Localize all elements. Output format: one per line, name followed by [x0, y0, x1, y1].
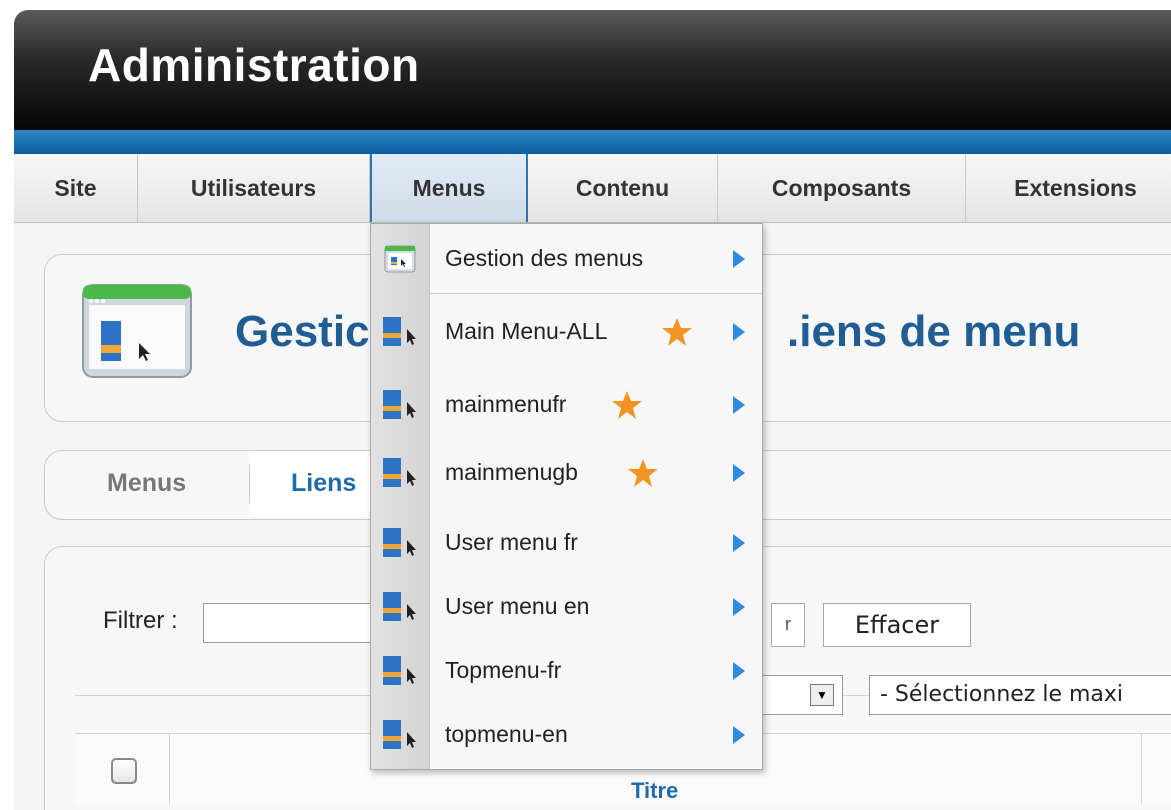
page-title-left: Gestic: [235, 307, 370, 356]
nav-menus[interactable]: Menus: [370, 154, 528, 222]
menu-item-label: Topmenu-fr: [445, 657, 562, 683]
column-divider: [1141, 734, 1142, 804]
menu-item-label: Main Menu-ALL: [445, 318, 608, 344]
submenu-arrow-icon: [733, 662, 745, 680]
column-divider: [169, 734, 170, 804]
menu-icon: [383, 720, 416, 749]
menu-item-user-menu-fr[interactable]: User menu fr: [371, 510, 762, 576]
menu-item-mainmenufr[interactable]: mainmenufr: [371, 372, 762, 438]
menu-item-label: mainmenufr: [445, 391, 567, 417]
submenu-arrow-icon: [733, 464, 745, 482]
chevron-down-icon[interactable]: ▼: [810, 684, 834, 706]
star-icon: [612, 391, 642, 419]
menu-icon: [383, 458, 416, 487]
nav-utilisateurs[interactable]: Utilisateurs: [138, 154, 370, 222]
menu-item-mainmenugb[interactable]: mainmenugb: [371, 440, 762, 506]
menu-item-label: User menu en: [445, 593, 590, 619]
submenu-arrow-icon: [733, 726, 745, 744]
menu-item-label: Gestion des menus: [445, 245, 644, 271]
menu-item-label: User menu fr: [445, 529, 578, 555]
nav-label: Composants: [771, 174, 912, 201]
tab-divider: [249, 465, 250, 503]
column-title-header[interactable]: Titre: [631, 778, 678, 804]
menus-dropdown: Gestion des menus Main Menu-ALL mainmenu…: [370, 223, 763, 770]
nav-label: Site: [54, 174, 97, 201]
star-icon: [662, 318, 692, 346]
header-accent-bar: [14, 130, 1171, 154]
page-title-right: .iens de menu: [787, 307, 1081, 356]
clear-button[interactable]: Effacer: [823, 603, 971, 647]
submenu-arrow-icon: [733, 250, 745, 268]
menu-manager-icon: [384, 245, 416, 273]
star-icon: [628, 459, 658, 487]
menu-item-topmenu-fr[interactable]: Topmenu-fr: [371, 638, 762, 704]
menu-item-main-menu-all[interactable]: Main Menu-ALL: [371, 299, 762, 365]
menu-icon: [383, 390, 416, 419]
main-nav: Site Utilisateurs Menus Contenu Composan…: [14, 154, 1171, 223]
menu-icon: [383, 656, 416, 685]
submenu-arrow-icon: [733, 598, 745, 616]
header-bar: Administration: [14, 10, 1171, 130]
menu-item-label: topmenu-en: [445, 721, 568, 747]
menu-icon: [383, 317, 416, 346]
nav-contenu[interactable]: Contenu: [528, 154, 718, 222]
submenu-arrow-icon: [733, 396, 745, 414]
menu-item-topmenu-en[interactable]: topmenu-en: [371, 702, 762, 768]
nav-label: Utilisateurs: [190, 174, 317, 201]
submenu-arrow-icon: [733, 534, 745, 552]
nav-extensions[interactable]: Extensions: [966, 154, 1171, 222]
dropdown-divider: [429, 293, 762, 294]
tab-liens[interactable]: Liens: [291, 469, 356, 498]
menu-icon: [383, 528, 416, 557]
menu-item-label: mainmenugb: [445, 459, 578, 485]
menu-item-user-menu-en[interactable]: User menu en: [371, 574, 762, 640]
nav-site[interactable]: Site: [14, 154, 138, 222]
filter-label: Filtrer :: [103, 607, 178, 634]
filter-select[interactable]: ▼: [751, 675, 843, 715]
nav-label: Extensions: [1014, 174, 1137, 201]
nav-label: Menus: [412, 174, 486, 201]
header-title: Administration: [88, 39, 420, 91]
menu-item-gestion-des-menus[interactable]: Gestion des menus: [371, 226, 762, 292]
nav-label: Contenu: [575, 174, 670, 201]
menu-manager-icon: [82, 284, 192, 378]
max-levels-select[interactable]: - Sélectionnez le maxi: [869, 675, 1171, 715]
submenu-arrow-icon: [733, 323, 745, 341]
search-button[interactable]: r: [771, 603, 805, 647]
tab-menus[interactable]: Menus: [107, 469, 186, 498]
nav-composants[interactable]: Composants: [718, 154, 966, 222]
select-all-checkbox[interactable]: [111, 758, 137, 784]
menu-icon: [383, 592, 416, 621]
